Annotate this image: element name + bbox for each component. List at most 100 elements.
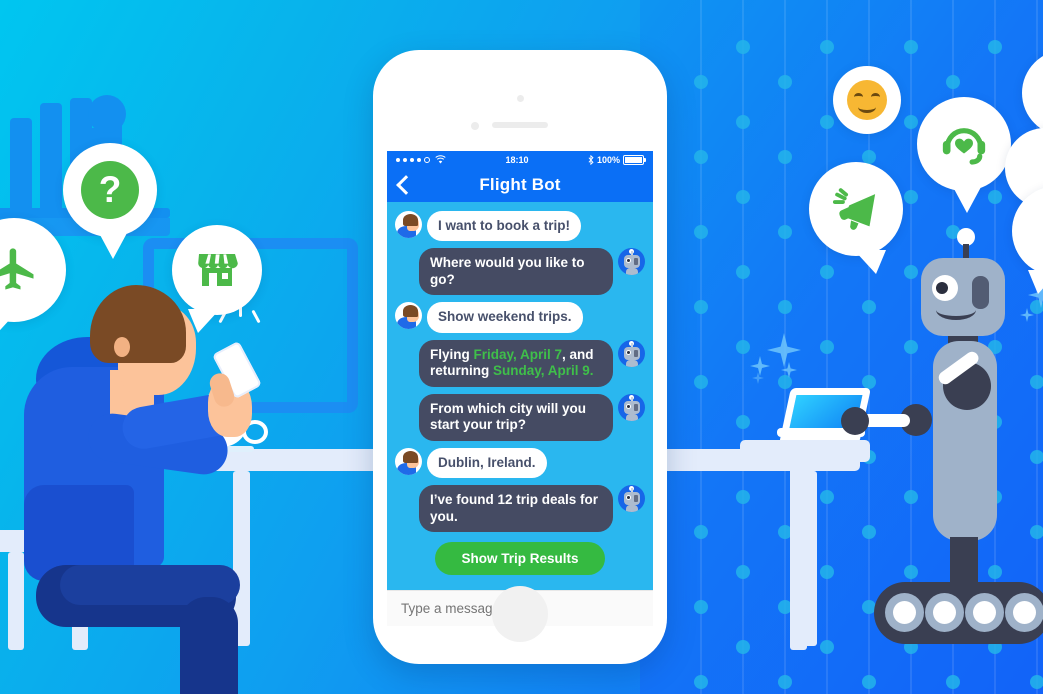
headset-heart-icon [942,128,986,165]
grid-dot [904,115,918,129]
bar-chart-bar [40,103,62,208]
man-shin [180,597,238,694]
grid-dot [1030,525,1043,539]
status-bar-left [396,155,446,164]
grid-dot [988,40,1002,54]
robot-wheel [885,593,924,632]
grid-dot [820,115,834,129]
message-text: Flying [430,346,474,362]
show-trip-results-button[interactable]: Show Trip Results [435,542,605,576]
avatar-bot [618,248,645,276]
man-illustration [24,275,290,694]
robot-hand-joint [841,407,869,435]
grid-dot [820,340,834,354]
message-highlight: Friday, April 7 [473,346,563,362]
man-ear [114,337,130,357]
grid-dot [736,265,750,279]
speech-bubble-storefront [172,225,262,333]
grid-dot [1030,375,1043,389]
airplane-icon [0,248,34,290]
grid-dot [820,565,834,579]
grid-dot [694,675,708,689]
grid-dot [820,265,834,279]
grid-dot [988,565,1002,579]
grid-dot [1030,450,1043,464]
status-bar-time: 18:10 [505,154,529,165]
grid-dot [904,265,918,279]
avatar-user [395,302,422,330]
grid-dot [820,40,834,54]
message-bubble: Where would you like to go? [419,248,613,296]
grid-dot [736,190,750,204]
avatar-bot [618,393,645,421]
grid-dot [904,190,918,204]
message-bubble: From which city will you start your trip… [419,393,613,441]
grid-dot [694,150,708,164]
chat-message-user: I want to book a trip! [395,211,645,242]
grid-dot [778,225,792,239]
grid-dot [778,375,792,389]
chat-thread: I want to book a trip! Where would you li… [387,202,653,581]
phone-sensor [517,95,524,102]
grid-dot [862,300,876,314]
man-hair [90,285,186,363]
wifi-icon [435,155,446,164]
status-bar: 18:10 100% [387,151,653,168]
message-bubble: Show weekend trips. [427,302,583,333]
speech-bubble-support [917,97,1011,213]
grid-dot [694,300,708,314]
storefront-icon [198,254,238,286]
page-title: Flight Bot [479,175,561,194]
desk-top [740,440,870,462]
grid-dot [778,150,792,164]
grid-dot [694,75,708,89]
grid-dot [736,40,750,54]
message-bubble: Dublin, Ireland. [427,447,547,479]
status-bar-right: 100% [588,154,646,165]
chair-leg [8,552,24,650]
tap-ray-icon [251,309,261,324]
chat-message-bot: Flying Friday, April 7, and returning Su… [395,339,645,387]
grid-dot [904,340,918,354]
grid-dot [736,115,750,129]
grid-dot [694,600,708,614]
grid-dot [862,375,876,389]
chat-message-bot: I’ve found 12 trip deals for you. [395,485,645,533]
grid-dot [862,525,876,539]
nav-bar: Flight Bot [387,168,653,202]
chat-message-bot: Where would you like to go? [395,248,645,296]
avatar-bot [618,339,645,367]
bluetooth-icon [588,154,594,165]
grid-dot [736,490,750,504]
grid-dot [946,675,960,689]
grid-dot [736,565,750,579]
robot-head [921,258,1005,336]
robot-wheel [925,593,964,632]
phone-front-camera [471,122,479,130]
speech-bubble-megaphone [809,162,903,274]
message-bubble: Flying Friday, April 7, and returning Su… [419,339,613,387]
smiling-face-emoji [847,80,887,120]
grid-dot [694,375,708,389]
grid-dot [694,225,708,239]
chat-message-user: Dublin, Ireland. [395,447,645,479]
megaphone-icon [829,182,876,230]
avatar-user [395,211,422,238]
desk-leg [790,462,807,650]
grid-dot [694,525,708,539]
message-bubble: I want to book a trip! [427,211,581,242]
robot-wheel [965,593,1004,632]
grid-dot [988,190,1002,204]
avatar-bot [618,485,645,513]
avatar-user [395,447,422,475]
robot-pupil [936,282,948,294]
chat-message-user: Show weekend trips. [395,302,645,333]
robot-wheel [1005,593,1043,632]
home-button[interactable] [492,586,548,642]
grid-dot [778,75,792,89]
cta-container: Show Trip Results [395,542,645,576]
robot-forearm [862,414,910,427]
grid-dot [904,565,918,579]
phone-screen: 18:10 100% Flight Bot I want to book a t… [387,151,653,625]
question-mark-icon: ? [81,161,139,219]
